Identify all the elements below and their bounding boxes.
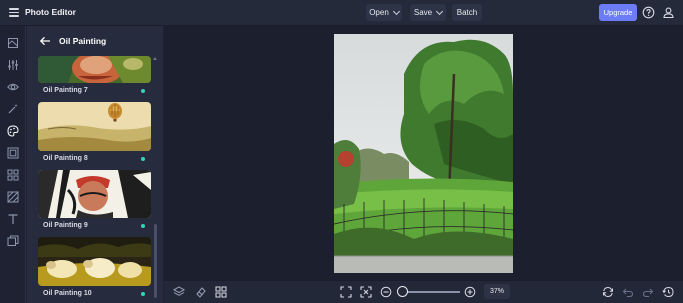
chevron-down-icon bbox=[392, 7, 400, 15]
effect-thumbnail bbox=[38, 102, 151, 151]
scroll-up-arrow-icon[interactable] bbox=[153, 57, 157, 60]
chevron-down-icon bbox=[436, 7, 444, 15]
effect-thumbnail bbox=[38, 237, 151, 286]
status-dot bbox=[141, 292, 145, 296]
hamburger-menu-icon[interactable] bbox=[9, 8, 19, 17]
panel-scrollbar[interactable] bbox=[154, 224, 157, 298]
redo-icon[interactable] bbox=[642, 286, 654, 298]
open-button-label: Open bbox=[369, 8, 389, 17]
effect-label: Oil Painting 8 bbox=[43, 155, 88, 162]
panel-header: Oil Painting bbox=[27, 26, 163, 56]
magic-wand-icon[interactable] bbox=[7, 103, 19, 115]
photo-canvas[interactable] bbox=[334, 34, 513, 273]
effect-card-oil-painting-8[interactable]: Oil Painting 8 bbox=[38, 102, 151, 162]
status-dot bbox=[141, 224, 145, 228]
effect-card-oil-painting-7[interactable]: Oil Painting 7 bbox=[38, 56, 151, 94]
crop-icon[interactable] bbox=[7, 37, 19, 49]
help-icon[interactable] bbox=[642, 6, 655, 19]
actual-size-icon[interactable] bbox=[360, 286, 372, 298]
save-button[interactable]: Save bbox=[410, 4, 446, 21]
app-title: Photo Editor bbox=[25, 7, 76, 17]
tool-rail bbox=[0, 26, 26, 303]
undo-icon[interactable] bbox=[622, 286, 634, 298]
back-arrow-icon[interactable] bbox=[39, 36, 51, 46]
eraser-icon[interactable] bbox=[195, 286, 207, 298]
panel-title: Oil Painting bbox=[59, 36, 107, 46]
overlay-icon[interactable] bbox=[7, 191, 19, 203]
stickers-icon[interactable] bbox=[7, 235, 19, 247]
grid-view-icon[interactable] bbox=[215, 286, 227, 298]
effect-thumbnail bbox=[38, 170, 151, 218]
fit-screen-icon[interactable] bbox=[340, 286, 352, 298]
effect-card-oil-painting-9[interactable]: Oil Painting 9 bbox=[38, 170, 151, 229]
upgrade-button[interactable]: Upgrade bbox=[599, 4, 637, 21]
frame-icon[interactable] bbox=[7, 147, 19, 159]
zoom-in-icon[interactable] bbox=[464, 286, 476, 298]
zoom-slider-track[interactable] bbox=[403, 291, 460, 293]
adjust-sliders-icon[interactable] bbox=[7, 59, 19, 71]
zoom-level[interactable]: 37% bbox=[484, 284, 510, 299]
batch-button-label: Batch bbox=[456, 8, 478, 17]
status-dot bbox=[141, 89, 145, 93]
save-button-label: Save bbox=[413, 8, 433, 17]
effect-thumbnail bbox=[38, 56, 151, 83]
account-icon[interactable] bbox=[662, 6, 675, 19]
layers-icon[interactable] bbox=[173, 286, 185, 298]
shapes-icon[interactable] bbox=[7, 169, 19, 181]
effect-label: Oil Painting 10 bbox=[43, 290, 92, 297]
status-dot bbox=[141, 157, 145, 161]
zoom-slider-handle[interactable] bbox=[397, 286, 408, 297]
effect-label: Oil Painting 9 bbox=[43, 222, 88, 229]
effect-label: Oil Painting 7 bbox=[43, 87, 88, 94]
eye-icon[interactable] bbox=[7, 81, 19, 93]
history-icon[interactable] bbox=[662, 286, 674, 298]
text-icon[interactable] bbox=[7, 213, 19, 225]
batch-button[interactable]: Batch bbox=[452, 4, 482, 21]
zoom-out-icon[interactable] bbox=[380, 286, 392, 298]
palette-icon[interactable] bbox=[7, 125, 19, 137]
effects-panel: Oil Painting Oil Painting 7 Oil Painting… bbox=[27, 26, 163, 303]
effect-card-oil-painting-10[interactable]: Oil Painting 10 bbox=[38, 237, 151, 297]
open-button[interactable]: Open bbox=[366, 4, 402, 21]
refresh-icon[interactable] bbox=[602, 286, 614, 298]
top-bar: Photo Editor Open Save Batch Upgrade bbox=[0, 0, 683, 26]
